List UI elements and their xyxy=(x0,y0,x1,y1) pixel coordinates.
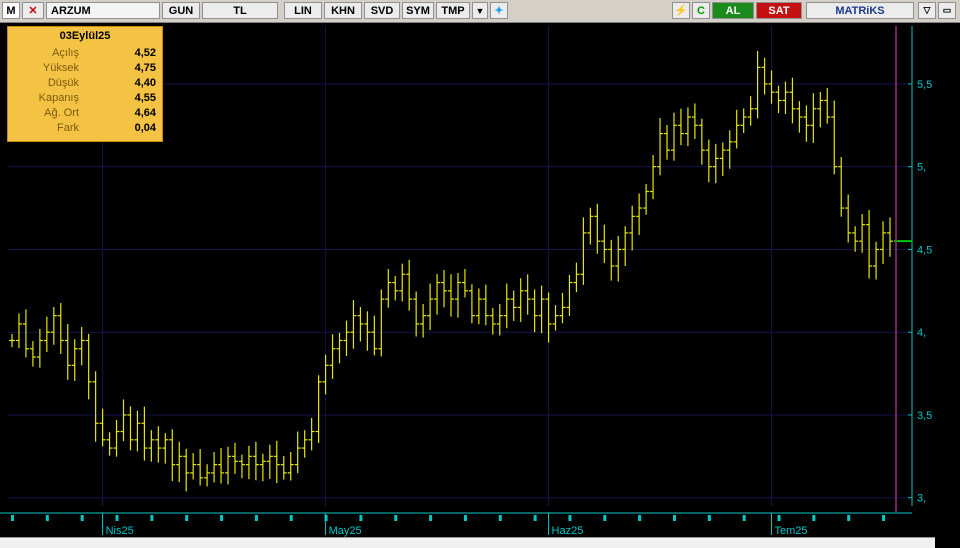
day-tick xyxy=(777,515,781,521)
day-tick xyxy=(603,515,607,521)
x-tick-label: Nis25 xyxy=(106,525,134,537)
buy-button[interactable]: AL xyxy=(712,2,754,19)
brand-logo: MATRiKS xyxy=(806,2,914,19)
y-tick-label: 3, xyxy=(917,493,926,505)
currency-button[interactable]: TL xyxy=(202,2,278,19)
day-tick xyxy=(882,515,886,521)
y-tick-label: 4,5 xyxy=(917,244,932,256)
svd-button[interactable]: SVD xyxy=(364,2,400,19)
dropdown-icon[interactable]: ▼ xyxy=(472,2,488,19)
day-tick xyxy=(672,515,676,521)
day-tick xyxy=(394,515,398,521)
day-tick xyxy=(150,515,154,521)
x-tick-label: Tem25 xyxy=(775,525,808,537)
day-tick xyxy=(463,515,467,521)
day-tick xyxy=(289,515,293,521)
day-tick xyxy=(742,515,746,521)
day-tick xyxy=(707,515,711,521)
day-tick xyxy=(533,515,537,521)
day-tick xyxy=(638,515,642,521)
day-tick xyxy=(568,515,572,521)
toolbar: M ✕ ARZUM GUN TL LIN KHN SVD SYM TMP ▼ ✦… xyxy=(0,0,960,23)
logo-icon[interactable]: M xyxy=(2,2,20,19)
symbol-field[interactable]: ARZUM xyxy=(46,2,160,19)
day-tick xyxy=(11,515,14,521)
y-tick-label: 5, xyxy=(917,162,926,174)
window-menu-icon[interactable]: ▽ xyxy=(918,2,936,19)
day-tick xyxy=(45,515,49,521)
info-row-high: Yüksek 4,75 xyxy=(42,62,156,74)
lin-button[interactable]: LIN xyxy=(284,2,322,19)
horizontal-scrollbar[interactable] xyxy=(0,537,935,548)
window-scroll-icon[interactable]: ▭ xyxy=(938,2,956,19)
info-date: 03Eylül25 xyxy=(59,30,111,42)
chart-type-icon[interactable]: ✕ xyxy=(22,2,44,19)
day-tick xyxy=(80,515,84,521)
period-button[interactable]: GUN xyxy=(162,2,200,19)
khn-button[interactable]: KHN xyxy=(324,2,362,19)
info-row-diff: Fark 0,04 xyxy=(57,122,156,134)
lightning-icon[interactable]: ⚡ xyxy=(672,2,690,19)
time-axis-svg: Nis25May25Haz25Tem25Ağu25Eyl25 xyxy=(0,512,912,537)
day-tick xyxy=(812,515,816,521)
sell-button[interactable]: SAT xyxy=(756,2,802,19)
info-row-open: Açılış 4,52 xyxy=(52,47,156,59)
x-tick-label: May25 xyxy=(329,525,362,537)
day-tick xyxy=(220,515,224,521)
info-panel: 03Eylül25 Açılış 4,52 Yüksek 4,75 Düşük … xyxy=(7,26,163,142)
y-tick-label: 4, xyxy=(917,327,926,339)
day-tick xyxy=(498,515,502,521)
sym-button[interactable]: SYM xyxy=(402,2,434,19)
y-tick-label: 3,5 xyxy=(917,410,932,422)
day-tick xyxy=(254,515,258,521)
info-row-wavg: Ağ. Ort 4,64 xyxy=(44,107,156,119)
twitter-icon[interactable]: ✦ xyxy=(490,2,508,19)
x-tick-label: Haz25 xyxy=(552,525,584,537)
day-tick xyxy=(847,515,851,521)
day-tick xyxy=(429,515,433,521)
y-tick-label: 5,5 xyxy=(917,79,932,91)
tmp-button[interactable]: TMP xyxy=(436,2,470,19)
info-row-close: Kapanış 4,55 xyxy=(38,92,156,104)
day-tick xyxy=(359,515,363,521)
day-tick xyxy=(115,515,119,521)
info-row-low: Düşük 4,40 xyxy=(47,77,156,89)
day-tick xyxy=(185,515,189,521)
refresh-icon[interactable]: C xyxy=(692,2,710,19)
